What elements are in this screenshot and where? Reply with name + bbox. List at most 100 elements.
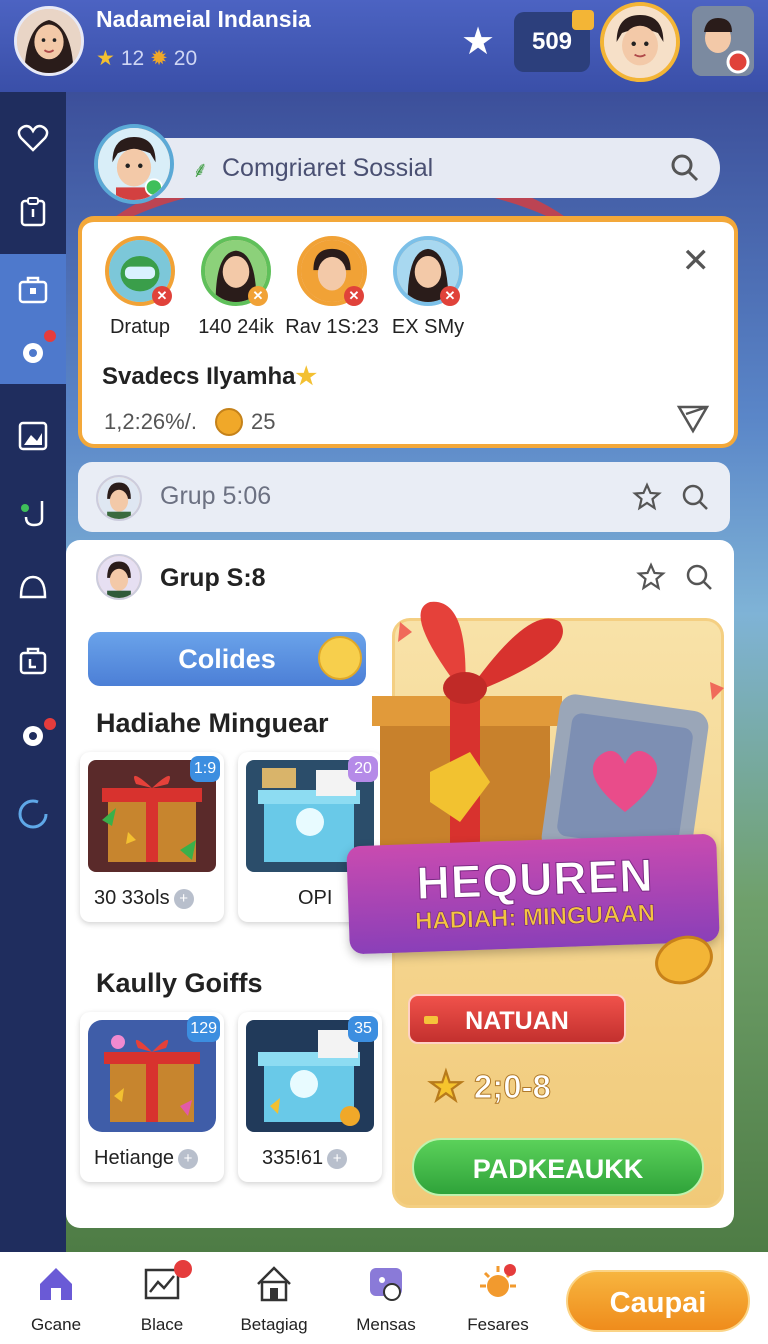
nav-item-home[interactable]: Betagiag (224, 1262, 324, 1335)
nav-item-place[interactable]: Blace (112, 1260, 212, 1335)
currency-counter[interactable]: 509 (514, 10, 594, 72)
group-coin-count: 25 (250, 409, 276, 434)
promo-claim-button[interactable]: PADKEAUKK (412, 1138, 704, 1196)
face-icon (692, 6, 754, 76)
close-icon[interactable]: ✕ (682, 244, 711, 278)
top-header: Nadameial Indansia ★ 12 ✹ 20 ★ 509 (0, 0, 768, 92)
gift-card[interactable]: 1:9 30 33ols + (80, 752, 224, 922)
gift-label-text: Hetiange (94, 1147, 175, 1169)
search-avatar[interactable] (94, 124, 174, 204)
mascot-icon (318, 636, 362, 680)
gift-card[interactable]: 129 Hetiange + (80, 1012, 224, 1182)
gift-badge: 35 (348, 1016, 378, 1042)
refresh-icon (18, 799, 48, 829)
remove-friend-icon[interactable]: ✕ (344, 286, 364, 306)
friend-item[interactable]: ✕ Rav 1S:23 (282, 236, 382, 339)
friend-name: Rav 1S:23 (285, 316, 379, 338)
search-icon[interactable] (680, 482, 710, 512)
primary-cta-button[interactable]: Caupai (566, 1270, 750, 1332)
friend-name: 140 24ik (198, 316, 274, 338)
gift-label: Hetiange + (94, 1147, 199, 1170)
face-icon (17, 9, 81, 73)
group-stats: 1,2:26%/. 25 (104, 408, 275, 436)
send-icon[interactable] (676, 404, 710, 434)
user-avatar[interactable] (14, 6, 84, 76)
favorite-star-icon[interactable]: ★ (458, 22, 498, 62)
friend-item[interactable]: ✕ 140 24ik (186, 236, 286, 339)
remove-friend-icon[interactable]: ✕ (152, 286, 172, 306)
friend-name: EX SMy (391, 316, 465, 338)
sidebar-item-tasks[interactable] (0, 180, 66, 244)
sidebar-item-sync[interactable] (0, 480, 66, 544)
face-icon (604, 6, 676, 78)
sidebar-item-refresh[interactable] (0, 782, 66, 846)
star-outline-icon[interactable] (632, 482, 662, 512)
coin-icon (655, 935, 713, 985)
add-icon[interactable]: + (173, 888, 194, 909)
friend-item[interactable]: ✕ Dratup (90, 236, 190, 339)
group-row[interactable]: Grup 5:06 (78, 462, 730, 532)
gift-label-text: OPI (298, 887, 333, 909)
add-icon[interactable]: + (178, 1148, 199, 1169)
coin-count: 20 (173, 46, 198, 70)
gift-card[interactable]: 35 335!61 + (238, 1012, 382, 1182)
star-count: 12 (120, 46, 145, 70)
nav-label: Fesares (467, 1315, 529, 1334)
sidebar-item-favorites[interactable] (0, 106, 66, 170)
face-icon (98, 556, 140, 598)
friends-panel: ✕ Dratup ✕ 140 24ik ✕ Rav 1S:23 ✕ EX SMy… (78, 216, 738, 448)
gift-label: 30 33ols + (94, 887, 194, 910)
tag-chip-icon (424, 1016, 438, 1024)
remove-friend-icon[interactable]: ✕ (440, 286, 460, 306)
sun-icon (480, 1264, 516, 1297)
search-placeholder: Comgriaret Sossial (222, 154, 434, 182)
gift-box-illustration-icon (372, 601, 724, 862)
house-icon (257, 1266, 291, 1302)
sync-icon (21, 501, 44, 527)
add-icon[interactable]: + (327, 1148, 348, 1169)
sidebar-item-shop[interactable] (0, 628, 66, 692)
coin-icon (214, 408, 243, 436)
nav-item-game[interactable]: Gcane (6, 1262, 106, 1335)
section-title-weekly: Hadiahe Minguear (96, 708, 329, 738)
briefcase-icon (18, 276, 48, 304)
gift-label: OPI (298, 887, 332, 910)
collections-tab-label: Colides (178, 644, 276, 674)
clipboard-icon (20, 197, 46, 227)
search-icon[interactable] (668, 151, 702, 185)
gear-icon (23, 343, 43, 363)
friend-avatar-header[interactable] (600, 2, 680, 82)
promo-tag-label: NATUAN (465, 1007, 569, 1035)
group-actions (632, 482, 710, 512)
currency-chip-icon (572, 10, 594, 30)
group-label: Grup S:8 (160, 564, 266, 592)
sidebar-item-bag[interactable] (0, 254, 66, 384)
friend-item[interactable]: ✕ EX SMy (378, 236, 478, 339)
chat-icon (370, 1268, 402, 1301)
coin-icon: ✹ (150, 47, 168, 70)
section-title-gifts: Kaully Goiffs (96, 968, 263, 998)
nav-item-features[interactable]: Fesares (448, 1262, 548, 1335)
nav-label: Blace (140, 1315, 184, 1334)
collections-tab[interactable]: Colides (88, 632, 366, 686)
group-avatar-header[interactable] (692, 6, 754, 76)
left-sidebar (0, 92, 66, 1252)
group-stat-percent: 1,2:26%/. (104, 409, 197, 434)
sidebar-item-settings[interactable] (0, 704, 66, 768)
sidebar-item-profile[interactable] (0, 554, 66, 618)
star-outline-icon[interactable] (636, 562, 666, 592)
nav-label: Betagiag (240, 1315, 308, 1334)
remove-friend-icon[interactable]: ✕ (248, 286, 268, 306)
group-title: Svadecs Ilyamha★ (102, 362, 317, 391)
star-icon: ★ (428, 1065, 465, 1110)
profile-icon (19, 575, 47, 599)
gift-badge: 1:9 (190, 756, 220, 782)
notification-dot (44, 718, 56, 730)
nav-item-messages[interactable]: Mensas (336, 1262, 436, 1335)
search-icon[interactable] (684, 562, 714, 592)
notification-dot (174, 1260, 192, 1278)
promo-tag-button[interactable]: NATUAN (408, 994, 626, 1044)
sidebar-item-gallery[interactable] (0, 404, 66, 468)
heart-icon (17, 124, 49, 152)
username: Nadameial Indansia (96, 6, 311, 32)
